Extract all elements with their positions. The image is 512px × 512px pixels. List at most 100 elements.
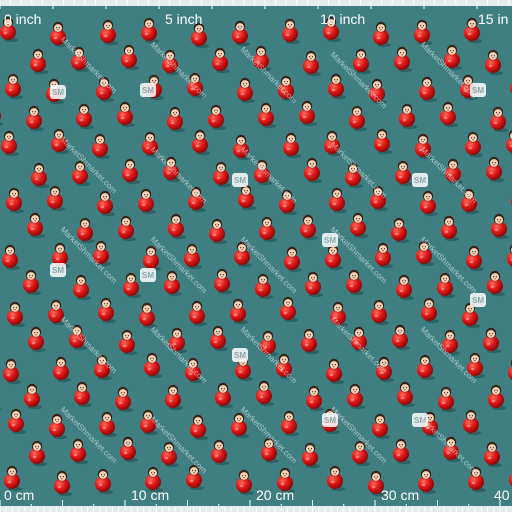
doll-highlight [211, 119, 216, 123]
doll-eye [359, 54, 361, 56]
doll-mouth [176, 335, 178, 337]
doll-eye [332, 136, 334, 138]
doll-eye [57, 134, 59, 136]
doll-mouth [404, 389, 406, 391]
doll-eye [307, 106, 309, 108]
doll-face [54, 24, 62, 32]
doll-highlight [34, 177, 39, 181]
doll-eye [358, 218, 360, 220]
doll-eye [196, 420, 198, 422]
doll-face [332, 76, 340, 84]
doll-highlight [171, 228, 176, 232]
doll-eye [101, 474, 103, 476]
doll-highlight [349, 284, 354, 288]
doll-face [418, 22, 426, 30]
doll-eye [219, 167, 221, 169]
doll-eye [443, 278, 445, 280]
doll-highlight [309, 400, 314, 404]
doll-eye [144, 194, 146, 196]
doll-highlight [402, 118, 407, 122]
doll-eye [264, 108, 266, 110]
doll-face [172, 216, 180, 224]
doll-face [126, 161, 134, 169]
doll-mouth [15, 416, 17, 418]
doll-highlight [241, 199, 246, 203]
doll-mouth [490, 335, 492, 337]
doll-mouth [145, 196, 147, 198]
doll-highlight [4, 145, 9, 149]
doll-eye [491, 333, 493, 335]
doll-eye [399, 444, 401, 446]
doll-eye [238, 304, 240, 306]
doll-face [263, 219, 271, 227]
doll-highlight [329, 373, 334, 377]
doll-highlight [283, 311, 288, 315]
doll-face [495, 216, 503, 224]
doll-mouth [217, 333, 219, 335]
doll-eye [496, 112, 498, 114]
doll-highlight [102, 426, 107, 430]
sm-logo: SM [232, 173, 248, 187]
doll-mouth [498, 221, 500, 223]
doll-eye [214, 110, 216, 112]
doll-eye [57, 419, 59, 421]
doll-highlight [471, 481, 476, 485]
doll-mouth [59, 250, 61, 252]
doll-face [350, 272, 358, 280]
doll-highlight [259, 395, 264, 399]
doll-eye [60, 476, 62, 478]
doll-highlight [469, 260, 474, 264]
doll-eye [175, 112, 177, 114]
doll-face [212, 107, 220, 115]
doll-eye [490, 447, 492, 449]
sm-logo-text: SM [142, 86, 154, 95]
doll-mouth [422, 141, 424, 143]
doll-mouth [375, 478, 377, 480]
doll-eye [83, 223, 85, 225]
doll-face [287, 135, 295, 143]
doll-face [77, 277, 85, 285]
doll-face [307, 53, 315, 61]
doll-eye [405, 387, 407, 389]
doll-highlight [33, 63, 38, 67]
doll-eye [244, 475, 246, 477]
doll-mouth [125, 223, 127, 225]
ruler-top-label-5: 5 inch [165, 11, 202, 27]
doll-face [284, 299, 292, 307]
doll-highlight [145, 146, 150, 150]
doll-highlight [11, 423, 16, 427]
doll-face [80, 106, 88, 114]
doll-face [123, 332, 131, 340]
doll-eye [355, 111, 357, 113]
doll-face [399, 163, 407, 171]
doll-face [242, 187, 250, 195]
doll-highlight [118, 401, 123, 405]
doll-highlight [7, 480, 12, 484]
doll-eye [177, 333, 179, 335]
doll-eye [286, 81, 288, 83]
ruler-bottom-label-10: 10 cm [131, 487, 169, 503]
doll-eye [197, 28, 199, 30]
doll-mouth [37, 56, 39, 58]
doll-eye [472, 23, 474, 25]
doll-eye [425, 82, 427, 84]
doll-highlight [468, 146, 473, 150]
doll-face [168, 273, 176, 281]
doll-eye [308, 448, 310, 450]
doll-face [10, 190, 18, 198]
doll-eye [35, 218, 37, 220]
doll-mouth [376, 86, 378, 88]
doll-mouth [151, 360, 153, 362]
doll-mouth [448, 223, 450, 225]
doll-eye [105, 417, 107, 419]
doll-eye [199, 28, 201, 30]
doll-eye [244, 190, 246, 192]
doll-eye [242, 475, 244, 477]
doll-eye [220, 274, 222, 276]
doll-eye [33, 218, 35, 220]
doll-eye [471, 415, 473, 417]
doll-highlight [98, 483, 103, 487]
doll-eye [492, 162, 494, 164]
doll-highlight [285, 33, 290, 37]
doll-face [398, 49, 406, 57]
